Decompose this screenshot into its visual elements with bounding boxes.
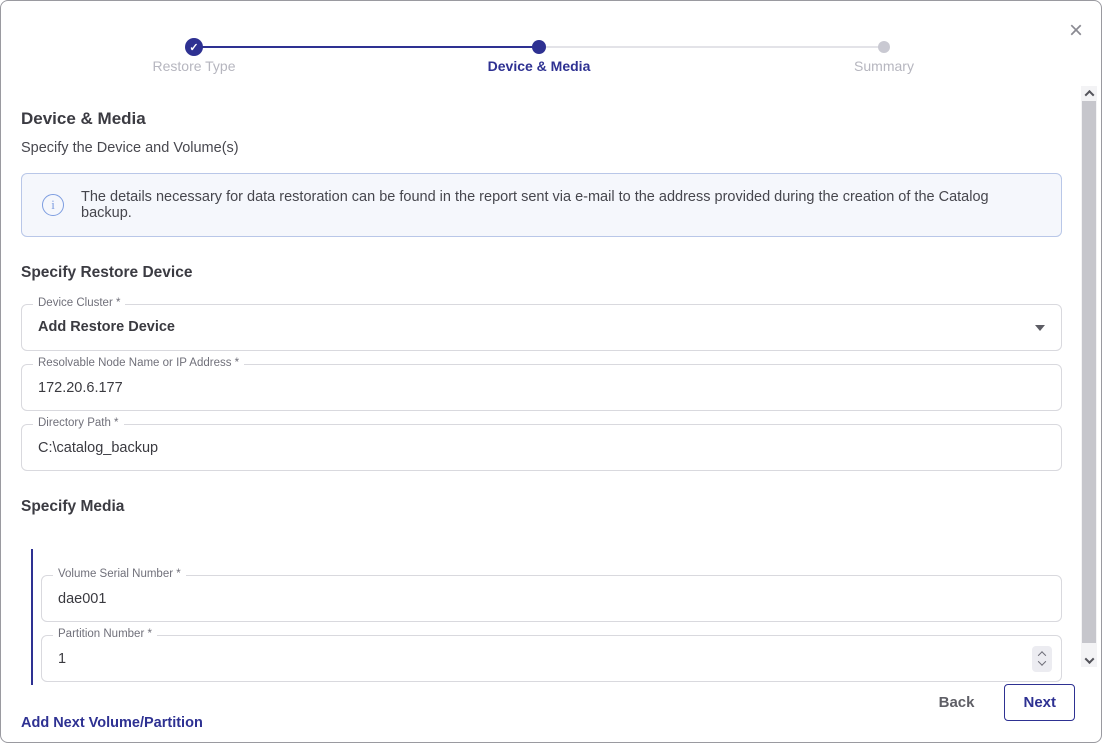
partition-number-field: Partition Number * bbox=[41, 635, 1062, 682]
volume-partition-group: Volume Serial Number * Partition Number … bbox=[31, 549, 1062, 685]
partition-number-label: Partition Number * bbox=[53, 628, 157, 640]
scrollbar-thumb[interactable] bbox=[1082, 101, 1096, 643]
scrollbar-up-icon[interactable] bbox=[1081, 86, 1097, 100]
volume-serial-field: Volume Serial Number * bbox=[41, 575, 1062, 622]
directory-path-input[interactable] bbox=[22, 425, 1061, 470]
device-cluster-value[interactable]: Add Restore Device bbox=[22, 305, 1061, 350]
media-heading: Specify Media bbox=[21, 498, 1062, 516]
restore-wizard-dialog: ✓ Restore Type Device & Media Summary × … bbox=[0, 0, 1102, 743]
step-label-restore-type[interactable]: Restore Type bbox=[152, 58, 235, 74]
volume-serial-label: Volume Serial Number * bbox=[53, 568, 186, 580]
check-icon: ✓ bbox=[189, 41, 198, 54]
directory-path-label: Directory Path * bbox=[33, 417, 124, 429]
wizard-stepper: ✓ Restore Type Device & Media Summary bbox=[1, 1, 1101, 77]
info-banner: i The details necessary for data restora… bbox=[21, 173, 1062, 237]
page-subtitle: Specify the Device and Volume(s) bbox=[21, 140, 1062, 156]
vertical-scrollbar[interactable] bbox=[1081, 86, 1097, 667]
stepper-down-icon[interactable] bbox=[1038, 657, 1046, 665]
step-summary-dot bbox=[878, 41, 890, 53]
back-button[interactable]: Back bbox=[939, 694, 975, 711]
scrollbar-down-icon[interactable] bbox=[1081, 653, 1097, 667]
chevron-down-icon[interactable] bbox=[1035, 325, 1045, 331]
device-cluster-select[interactable]: Device Cluster * Add Restore Device bbox=[21, 304, 1062, 351]
node-address-input[interactable] bbox=[22, 365, 1061, 410]
node-address-field: Resolvable Node Name or IP Address * bbox=[21, 364, 1062, 411]
stepper-line-upcoming bbox=[539, 46, 884, 48]
node-address-label: Resolvable Node Name or IP Address * bbox=[33, 357, 244, 369]
restore-device-heading: Specify Restore Device bbox=[21, 264, 1062, 282]
next-button[interactable]: Next bbox=[1004, 684, 1075, 721]
step-label-device-media[interactable]: Device & Media bbox=[488, 58, 591, 74]
page-title: Device & Media bbox=[21, 109, 1062, 129]
directory-path-field: Directory Path * bbox=[21, 424, 1062, 471]
info-banner-text: The details necessary for data restorati… bbox=[81, 189, 1041, 221]
step-label-summary: Summary bbox=[854, 58, 914, 74]
device-cluster-label: Device Cluster * bbox=[33, 297, 125, 309]
info-icon: i bbox=[42, 194, 64, 216]
wizard-content: Device & Media Specify the Device and Vo… bbox=[21, 109, 1062, 732]
stepper-line-completed bbox=[194, 46, 539, 48]
volume-serial-input[interactable] bbox=[42, 576, 1061, 621]
step-device-media-dot[interactable] bbox=[532, 40, 546, 54]
step-restore-type-check-icon[interactable]: ✓ bbox=[185, 38, 203, 56]
number-stepper[interactable] bbox=[1032, 646, 1052, 672]
close-icon[interactable]: × bbox=[1069, 19, 1083, 43]
add-volume-partition-link[interactable]: Add Next Volume/Partition bbox=[21, 715, 203, 731]
partition-number-input[interactable] bbox=[42, 636, 1061, 681]
wizard-footer: Back Next bbox=[939, 684, 1075, 721]
